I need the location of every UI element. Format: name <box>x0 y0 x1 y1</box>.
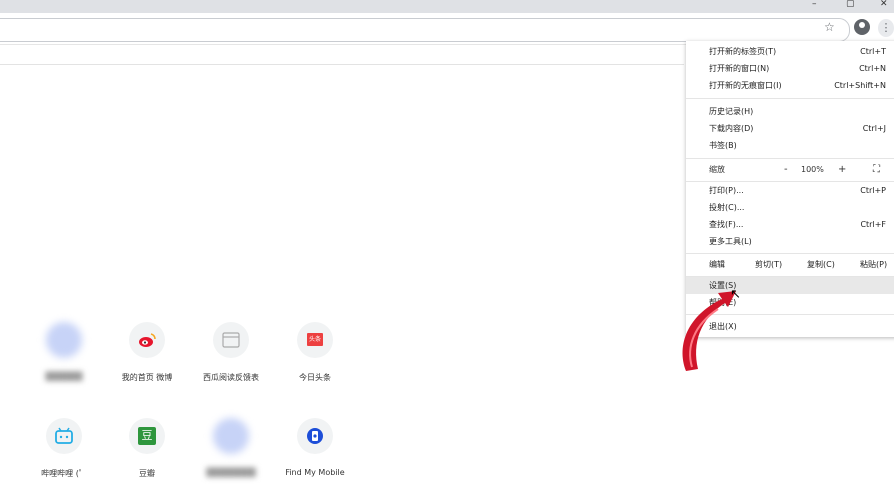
xigua-icon <box>213 322 249 358</box>
douban-icon-text: 豆 <box>138 427 156 445</box>
shortcut-tile-xigua[interactable]: 西瓜阅读反馈表 <box>186 322 276 383</box>
red-annotation-arrow <box>682 291 736 371</box>
menu-item-new-tab[interactable]: 打开新的标签页(T) Ctrl+T <box>686 43 894 60</box>
shortcut-label: 今日头条 <box>299 373 331 382</box>
zoom-label: 缩放 <box>709 165 725 174</box>
menu-item-label: 更多工具(L) <box>709 237 752 246</box>
menu-item-history[interactable]: 历史记录(H) <box>686 103 894 120</box>
weibo-icon <box>129 322 165 358</box>
paste-button[interactable]: 粘贴(P) <box>860 255 887 275</box>
menu-item-label: 打印(P)... <box>709 186 744 195</box>
menu-item-label: 打开新的窗口(N) <box>709 64 770 73</box>
cut-button[interactable]: 剪切(T) <box>755 255 782 275</box>
menu-item-shortcut: Ctrl+Shift+N <box>834 81 886 90</box>
menu-item-find[interactable]: 查找(F)... Ctrl+F <box>686 216 894 233</box>
menu-separator <box>686 253 894 254</box>
bookmark-star-icon[interactable]: ☆ <box>824 20 835 34</box>
menu-separator <box>686 158 894 159</box>
douban-icon: 豆 <box>129 418 165 454</box>
shortcut-label: 西瓜阅读反馈表 <box>203 373 259 382</box>
toutiao-icon-text: 头条 <box>307 333 323 346</box>
shortcut-label: 豆瓣 <box>139 469 155 478</box>
fullscreen-icon[interactable]: ⛶ <box>873 160 880 180</box>
menu-item-label: 历史记录(H) <box>709 107 754 116</box>
menu-item-label: 下载内容(D) <box>709 124 754 133</box>
shortcut-tile-toutiao[interactable]: 头条 今日头条 <box>270 322 360 383</box>
edit-label: 编辑 <box>709 260 725 269</box>
menu-item-label: 打开新的标签页(T) <box>709 47 777 56</box>
zoom-level-value: 100% <box>801 165 824 174</box>
title-bar: – ▢ ✕ <box>0 0 894 13</box>
shortcut-label: 哔哩哔哩 (゜ <box>41 469 87 478</box>
page-divider <box>0 64 684 65</box>
menu-item-shortcut: Ctrl+N <box>859 64 886 73</box>
shortcut-tile-douban[interactable]: 豆 豆瓣 <box>102 418 192 479</box>
menu-item-label: 查找(F)... <box>709 220 744 229</box>
shortcut-label: ████████ <box>206 468 256 477</box>
address-bar[interactable] <box>0 18 850 42</box>
toutiao-icon: 头条 <box>297 322 333 358</box>
mouse-pointer-icon: ↖ <box>730 287 741 302</box>
find-my-mobile-icon <box>297 418 333 454</box>
shortcut-label: 我的首页 微博 <box>121 373 173 382</box>
close-window-button[interactable]: ✕ <box>880 0 888 9</box>
maximize-button[interactable]: ▢ <box>846 0 855 9</box>
chrome-menu-button[interactable]: ⋮ <box>878 19 894 37</box>
menu-item-label: 打开新的无痕窗口(I) <box>709 81 782 90</box>
minimize-button[interactable]: – <box>812 0 817 9</box>
menu-separator <box>686 98 894 99</box>
menu-item-bookmarks[interactable]: 书签(B) <box>686 137 894 154</box>
copy-button[interactable]: 复制(C) <box>807 255 835 275</box>
bilibili-icon <box>46 418 82 454</box>
shortcut-tile-weibo[interactable]: 我的首页 微博 <box>102 322 192 383</box>
menu-item-more-tools[interactable]: 更多工具(L) <box>686 233 894 250</box>
menu-item-shortcut: Ctrl+F <box>860 220 886 229</box>
menu-item-label: 书签(B) <box>709 141 737 150</box>
blurred-site-icon <box>213 418 249 454</box>
shortcut-label: ██████ <box>45 372 83 381</box>
zoom-out-button[interactable]: - <box>784 160 788 180</box>
menu-item-downloads[interactable]: 下载内容(D) Ctrl+J <box>686 120 894 137</box>
shortcut-tile-bilibili[interactable]: 哔哩哔哩 (゜ <box>19 418 109 479</box>
shortcut-label: Find My Mobile <box>285 468 345 477</box>
menu-zoom-row: 缩放 - 100% + ⛶ <box>686 160 894 180</box>
blurred-site-icon <box>46 322 82 358</box>
zoom-in-button[interactable]: + <box>838 160 846 180</box>
shortcut-tile-find-my-mobile[interactable]: Find My Mobile <box>270 418 360 477</box>
profile-avatar-icon[interactable] <box>854 19 870 35</box>
menu-item-new-window[interactable]: 打开新的窗口(N) Ctrl+N <box>686 60 894 77</box>
shortcut-tile-blurred-2[interactable]: ████████ <box>186 418 276 477</box>
menu-item-cast[interactable]: 投射(C)... <box>686 199 894 216</box>
menu-item-shortcut: Ctrl+P <box>860 186 886 195</box>
menu-item-label: 投射(C)... <box>709 203 745 212</box>
menu-item-shortcut: Ctrl+T <box>860 47 886 56</box>
shortcut-tile-blurred-1[interactable]: ██████ <box>19 322 109 381</box>
menu-item-shortcut: Ctrl+J <box>862 124 886 133</box>
menu-edit-row: 编辑 剪切(T) 复制(C) 粘贴(P) <box>686 255 894 275</box>
menu-item-print[interactable]: 打印(P)... Ctrl+P <box>686 182 894 199</box>
menu-item-new-incognito[interactable]: 打开新的无痕窗口(I) Ctrl+Shift+N <box>686 77 894 94</box>
